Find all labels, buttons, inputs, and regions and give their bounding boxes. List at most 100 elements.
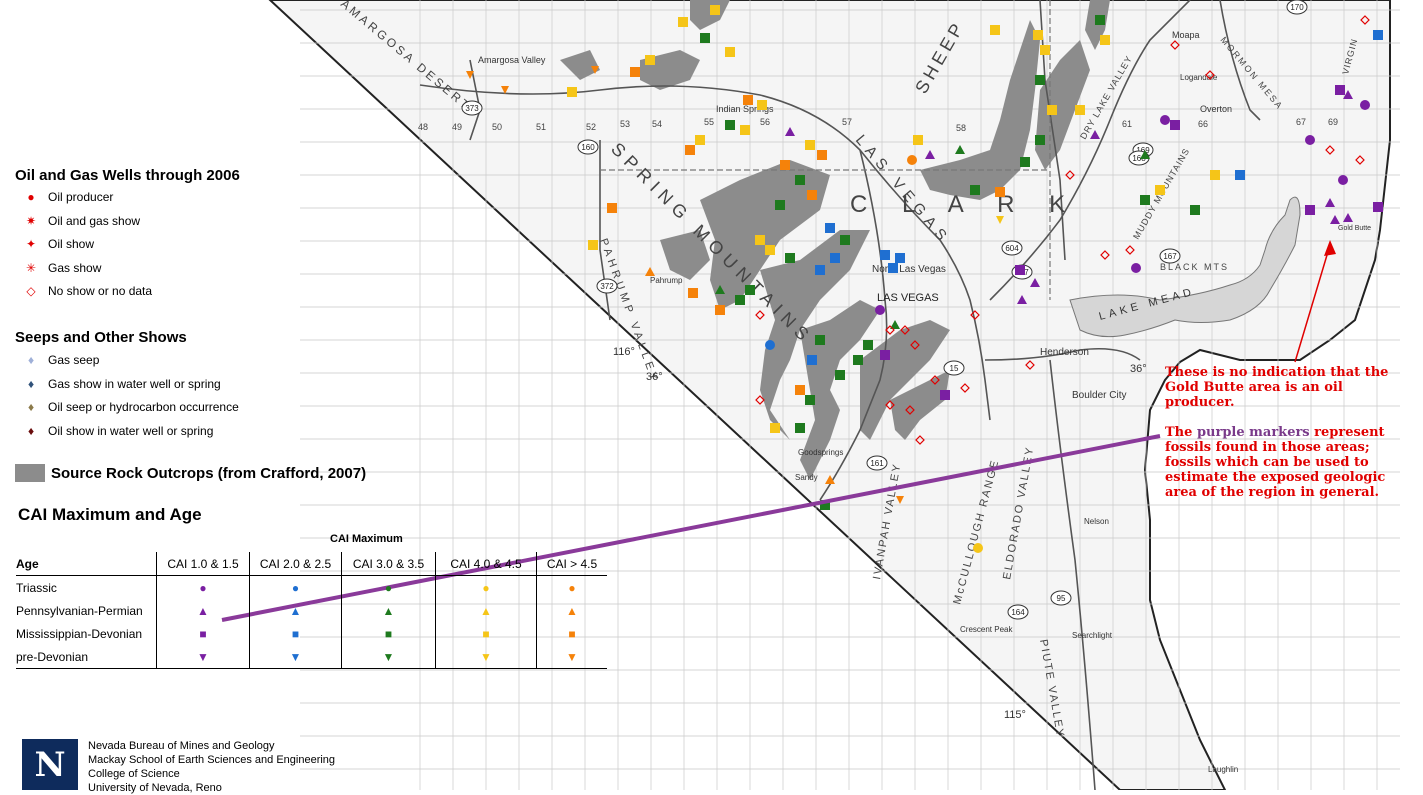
cai-marker xyxy=(815,335,825,345)
cai-marker xyxy=(1190,205,1200,215)
label-amargosa-valley: Amargosa Valley xyxy=(478,55,546,65)
cai-marker xyxy=(825,223,835,233)
township-number: 53 xyxy=(620,119,630,129)
wells-legend-label: Oil and gas show xyxy=(48,213,141,228)
township-number: 55 xyxy=(704,117,714,127)
seeps-legend-item: ♦ Oil seep or hydrocarbon occurrence xyxy=(22,400,239,414)
footer-credits: Nevada Bureau of Mines and Geology Macka… xyxy=(88,739,335,795)
wells-legend-item: ● Oil producer xyxy=(22,190,113,204)
route-shield: 167 xyxy=(1159,248,1181,264)
cai-marker xyxy=(1210,170,1220,180)
seeps-legend-item: ♦ Gas show in water well or spring xyxy=(22,377,221,391)
label-goodsprings: Goodsprings xyxy=(798,448,843,457)
route-shield: 161 xyxy=(866,455,888,471)
cai-symbol-cell: ▲ xyxy=(435,599,537,622)
cai-marker xyxy=(1373,202,1383,212)
route-shield: 164 xyxy=(1007,604,1029,620)
cai-marker xyxy=(725,47,735,57)
route-shield: 604 xyxy=(1001,240,1023,256)
cai-symbol-cell: ● xyxy=(249,575,342,599)
wells-legend-label: Oil producer xyxy=(48,190,114,204)
label-pahrump: Pahrump xyxy=(650,276,683,285)
cai-marker xyxy=(830,253,840,263)
label-boulder-city: Boulder City xyxy=(1072,390,1126,401)
cai-symbol-cell: ■ xyxy=(156,622,250,645)
cai-age-label: pre-Devonian xyxy=(16,645,157,669)
cai-marker xyxy=(875,305,885,315)
township-number: 58 xyxy=(956,123,966,133)
svg-text:372: 372 xyxy=(600,282,614,291)
cai-symbol-cell: ▼ xyxy=(536,645,607,669)
cai-row: Pennsylvanian-Permian ▲ ▲ ▲ ▲ ▲ xyxy=(16,599,607,622)
label-lat-36a: 36° xyxy=(646,371,663,383)
cai-marker xyxy=(725,120,735,130)
cai-symbol-cell: ▼ xyxy=(341,645,436,669)
cai-symbol-cell: ▼ xyxy=(156,645,250,669)
cai-symbol-cell: ▲ xyxy=(156,599,250,622)
cai-marker xyxy=(990,25,1000,35)
cai-marker xyxy=(1160,115,1170,125)
outcrops-label: Source Rock Outcrops (from Crafford, 200… xyxy=(51,464,367,482)
cai-marker xyxy=(1335,85,1345,95)
cai-marker xyxy=(607,203,617,213)
seeps-legend-title: Seeps and Other Shows xyxy=(15,329,187,346)
oil-show-icon: ✦ xyxy=(25,237,37,251)
label-henderson: Henderson xyxy=(1040,347,1089,358)
route-shield: 373 xyxy=(461,100,483,116)
cai-marker xyxy=(913,135,923,145)
cai-title: CAI Maximum and Age xyxy=(18,505,202,524)
cai-marker xyxy=(1305,205,1315,215)
seeps-legend-item: ♦ Gas seep xyxy=(22,353,99,367)
cai-marker xyxy=(795,423,805,433)
cai-column-header: CAI 2.0 & 2.5 xyxy=(249,552,342,576)
wells-legend-title: Oil and Gas Wells through 2006 xyxy=(15,167,240,184)
cai-marker xyxy=(1040,45,1050,55)
cai-marker xyxy=(940,390,950,400)
wells-legend-item: ◇ No show or no data xyxy=(22,284,152,298)
svg-text:15: 15 xyxy=(950,364,959,373)
cai-symbol-cell: ▲ xyxy=(341,599,436,622)
cai-marker xyxy=(1360,100,1370,110)
township-number: 52 xyxy=(586,122,596,132)
wells-legend-item: ✳ Gas show xyxy=(22,261,101,275)
wells-legend-label: No show or no data xyxy=(48,284,153,298)
township-number: 57 xyxy=(842,117,852,127)
purple-markers-annotation: The purple markers represent fossils fou… xyxy=(1165,425,1410,500)
cai-marker xyxy=(743,95,753,105)
township-number: 54 xyxy=(652,119,662,129)
cai-marker xyxy=(755,235,765,245)
cai-marker xyxy=(907,155,917,165)
cai-symbol-cell: ▼ xyxy=(249,645,342,669)
cai-marker xyxy=(853,355,863,365)
township-number: 49 xyxy=(452,122,462,132)
cai-marker xyxy=(817,150,827,160)
oil-gas-show-icon: ✷ xyxy=(25,213,37,228)
cai-symbol-cell: ■ xyxy=(249,622,342,645)
svg-text:160: 160 xyxy=(581,143,595,152)
cai-marker xyxy=(645,55,655,65)
cai-symbol-cell: ● xyxy=(341,575,436,599)
cai-marker xyxy=(807,190,817,200)
label-sandy: Sandy xyxy=(795,473,818,482)
cai-symbol-cell: ■ xyxy=(435,622,537,645)
cai-marker xyxy=(1035,135,1045,145)
cai-marker xyxy=(715,305,725,315)
cai-marker xyxy=(630,67,640,77)
cai-marker xyxy=(1100,35,1110,45)
cai-marker xyxy=(745,285,755,295)
township-number: 69 xyxy=(1328,117,1338,127)
cai-marker xyxy=(1033,30,1043,40)
cai-marker xyxy=(973,543,983,553)
cai-marker xyxy=(780,160,790,170)
cai-marker xyxy=(695,135,705,145)
label-black-mts: BLACK MTS xyxy=(1160,262,1229,272)
cai-marker xyxy=(1140,195,1150,205)
footer-line-3: College of Science xyxy=(88,768,180,780)
cai-marker xyxy=(880,250,890,260)
cai-marker xyxy=(995,187,1005,197)
cai-row: pre-Devonian ▼ ▼ ▼ ▼ ▼ xyxy=(16,645,607,669)
cai-symbol-cell: ▲ xyxy=(249,599,342,622)
township-number: 51 xyxy=(536,122,546,132)
seeps-legend-label: Gas show in water well or spring xyxy=(48,376,221,391)
svg-text:170: 170 xyxy=(1290,3,1304,12)
